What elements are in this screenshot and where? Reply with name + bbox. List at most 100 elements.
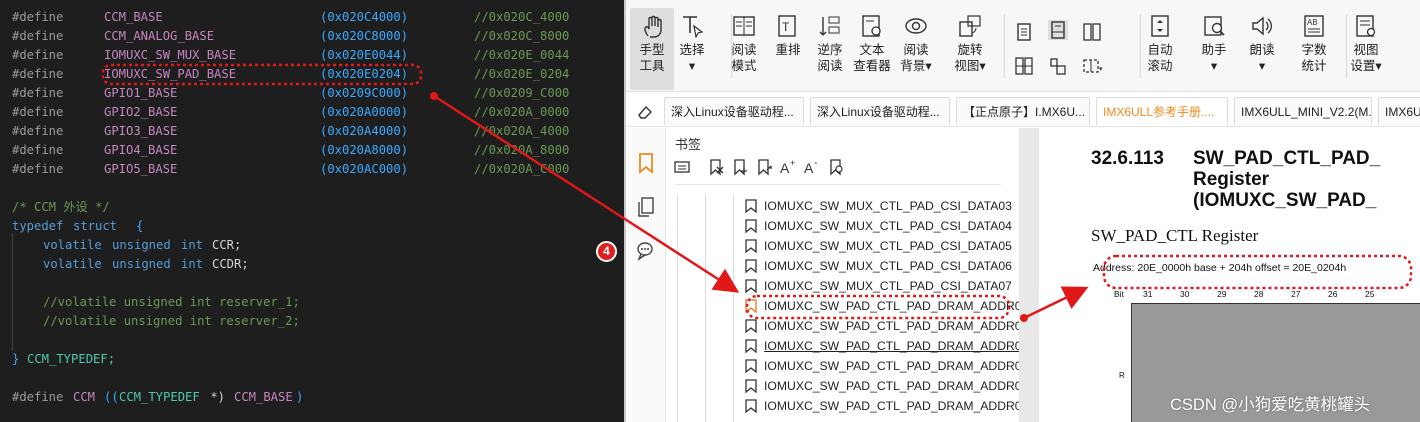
delete-bookmark-icon[interactable] <box>707 158 725 176</box>
toolbar-button-sublabel: 工具 <box>639 59 665 73</box>
word-count-icon: AB <box>1304 15 1324 37</box>
toolbar-button-read-background[interactable]: 阅读 背景▾ <box>894 8 938 90</box>
define-keyword: #define <box>12 86 64 100</box>
bit-number: 28 <box>1254 289 1264 299</box>
add-bookmark-icon[interactable] <box>731 158 749 176</box>
bookmark-item[interactable]: IOMUXC_SW_PAD_CTL_PAD_DRAM_ADDR03 <box>745 356 1028 376</box>
toolbar-button-label: 重排 <box>775 43 801 57</box>
bit-number: 29 <box>1217 289 1227 299</box>
bit-number: 27 <box>1291 289 1301 299</box>
font-larger-icon[interactable]: A + <box>779 158 797 176</box>
toolbar-button-sublabel: 背景▾ <box>900 59 932 73</box>
document-tab[interactable]: 深入Linux设备驱动程... <box>810 97 950 125</box>
code-line-define: #define GPIO2_BASE (0x020A0000) //0x020A_00… <box>0 103 624 122</box>
bookmark-item[interactable]: IOMUXC_SW_MUX_CTL_PAD_CSI_DATA03 <box>745 196 1015 216</box>
pdf-reader-window: 手型 工具 选择 ▾ 阅读 模式 T 重排 逆序 阅读 文本 查看器 阅读 背景▾ 旋转 视图▾ 自动 滚动 助手 ▾… <box>624 0 1420 422</box>
bookmark-toolbar-divider <box>675 184 1001 185</box>
bookmark-list-icon[interactable] <box>673 158 691 176</box>
document-viewport[interactable]: 32.6.113 SW_PAD_CTL_PAD_ Register (IOMUX… <box>1019 128 1420 422</box>
bookmark-item[interactable]: IOMUXC_SW_PAD_CTL_PAD_DRAM_ADDR02 <box>745 336 1028 356</box>
toolbar-button-sublabel: 阅读 <box>817 59 843 73</box>
bookmark-panel-icon[interactable] <box>636 152 656 174</box>
bookmark-flag-icon <box>745 299 757 313</box>
two-page-continuous-icon[interactable] <box>1014 56 1034 76</box>
toolbar-button-select-text[interactable]: 选择 ▾ <box>670 8 714 90</box>
toolbar-button-read-aloud[interactable]: 朗读 ▾ <box>1240 8 1284 90</box>
single-page-icon[interactable] <box>1014 22 1034 42</box>
toolbar-button-reverse-read[interactable]: 逆序 阅读 <box>808 8 852 90</box>
toolbar-button-label: 字数 <box>1301 43 1327 57</box>
cover-page-icon[interactable] <box>1048 56 1068 76</box>
struct-keyword: struct <box>73 219 118 233</box>
document-tab[interactable]: 深入Linux设备驱动程... <box>664 97 804 125</box>
toolbar-button-auto-scroll[interactable]: 自动 滚动 <box>1138 8 1182 90</box>
toolbar-button-text-viewer[interactable]: 文本 查看器 <box>850 8 894 90</box>
toolbar-button-hand[interactable]: 手型 工具 <box>630 8 674 90</box>
reverse-read-icon <box>819 16 840 36</box>
document-tab[interactable]: 【正点原子】I.MX6U... <box>956 97 1090 125</box>
member-name: CCDR; <box>212 257 249 271</box>
add-child-bookmark-icon[interactable] <box>755 158 773 176</box>
toolbar-button-read-mode[interactable]: 阅读 模式 <box>722 8 766 90</box>
two-page-icon[interactable] <box>1082 22 1102 42</box>
macro-address: (0x020E0044) <box>320 48 409 62</box>
find-bookmark-icon[interactable] <box>827 158 845 176</box>
member-name: CCR; <box>212 238 242 252</box>
code-line-commented-1: //volatile unsigned int reserver_2; <box>0 312 624 331</box>
commented-member: //volatile unsigned int reserver_2; <box>43 314 300 328</box>
macro-address: (0x020A8000) <box>320 143 409 157</box>
code-line-define: #define CCM_BASE (0x020C4000) //0x020C_4000 <box>0 8 624 27</box>
register-address: Address: 20E_0000h base + 204h offset = … <box>1093 262 1347 274</box>
code-line-member-0: volatile unsigned int CCR; <box>0 236 624 255</box>
bookmark-flag-icon <box>745 279 757 293</box>
define-keyword: #define <box>12 48 64 62</box>
toolbar-button-rotate-view[interactable]: 旋转 视图▾ <box>948 8 992 90</box>
bookmark-item[interactable]: IOMUXC_SW_MUX_CTL_PAD_CSI_DATA06 <box>745 256 1015 276</box>
bookmark-item[interactable]: IOMUXC_SW_MUX_CTL_PAD_CSI_DATA04 <box>745 216 1015 236</box>
toolbar-button-label: 阅读 <box>731 43 757 57</box>
comments-panel-icon[interactable] <box>636 240 656 262</box>
continuous-page-icon[interactable] <box>1048 20 1068 40</box>
bookmark-item[interactable]: IOMUXC_SW_PAD_CTL_PAD_DRAM_ADDR05 <box>745 396 1028 416</box>
pages-panel-icon[interactable] <box>636 196 656 218</box>
hand-icon <box>644 15 662 38</box>
bookmark-item[interactable]: IOMUXC_SW_PAD_CTL_PAD_DRAM_ADDR00 <box>745 296 1028 316</box>
bookmark-flag-icon <box>745 239 757 253</box>
toolbar-button-view-settings[interactable]: 视图 设置▾ <box>1344 8 1388 90</box>
macro-name: CCM_BASE <box>104 10 163 24</box>
reflow-icon: T <box>778 15 796 37</box>
toolbar-button-assistant[interactable]: 助手 ▾ <box>1192 8 1236 90</box>
toolbar-button-reflow[interactable]: T 重排 <box>766 8 810 90</box>
macro-address: (0x020C4000) <box>320 10 409 24</box>
bookmark-item[interactable]: IOMUXC_SW_PAD_CTL_PAD_DRAM_ADDR01 <box>745 316 1028 336</box>
bookmark-item[interactable]: IOMUXC_SW_MUX_CTL_PAD_CSI_DATA07 <box>745 276 1015 296</box>
qualifier: volatile <box>43 257 102 271</box>
eraser-icon[interactable] <box>636 103 654 121</box>
document-tab[interactable]: IMX6ULL_MINI_V2.2(M... <box>1234 97 1372 125</box>
define-keyword: #define <box>12 10 64 24</box>
bit-number: 25 <box>1365 289 1375 299</box>
code-editor[interactable]: #define CCM_BASE (0x020C4000) //0x020C_4000… <box>0 0 624 422</box>
macro-name: IOMUXC_SW_MUX_BASE <box>104 48 237 62</box>
tree-guide-line <box>705 194 706 422</box>
bookmark-item[interactable]: IOMUXC_SW_PAD_CTL_PAD_DRAM_ADDR04 <box>745 376 1028 396</box>
toolbar-button-word-count[interactable]: AB 字数 统计 <box>1292 8 1336 90</box>
split-view-icon[interactable]: ▾ <box>1082 56 1102 76</box>
section-heading-line2: Register <box>1193 169 1270 190</box>
register-title: SW_PAD_CTL Register <box>1091 226 1259 245</box>
toolbar-button-label: 选择 <box>679 43 705 57</box>
code-line-typedef: typedef struct { <box>0 217 624 236</box>
bookmark-flag-icon <box>745 319 757 333</box>
svg-text:+: + <box>790 158 795 168</box>
document-tab[interactable]: IMX6ULL参考手册.... <box>1096 97 1228 125</box>
font-smaller-icon[interactable]: A- <box>803 158 821 176</box>
open-brace: { <box>136 219 144 233</box>
commented-member: //volatile unsigned int reserver_1; <box>43 295 300 309</box>
assistant-icon <box>1204 16 1225 36</box>
code-line-commented-0: //volatile unsigned int reserver_1; <box>0 293 624 312</box>
document-tab[interactable]: IMX6U <box>1378 97 1420 125</box>
bit-number: 31 <box>1143 289 1153 299</box>
type-int: int <box>181 238 204 252</box>
bookmark-item[interactable]: IOMUXC_SW_MUX_CTL_PAD_CSI_DATA05 <box>745 236 1015 256</box>
code-line-define: #define CCM_ANALOG_BASE (0x020C8000) //0x02… <box>0 27 624 46</box>
